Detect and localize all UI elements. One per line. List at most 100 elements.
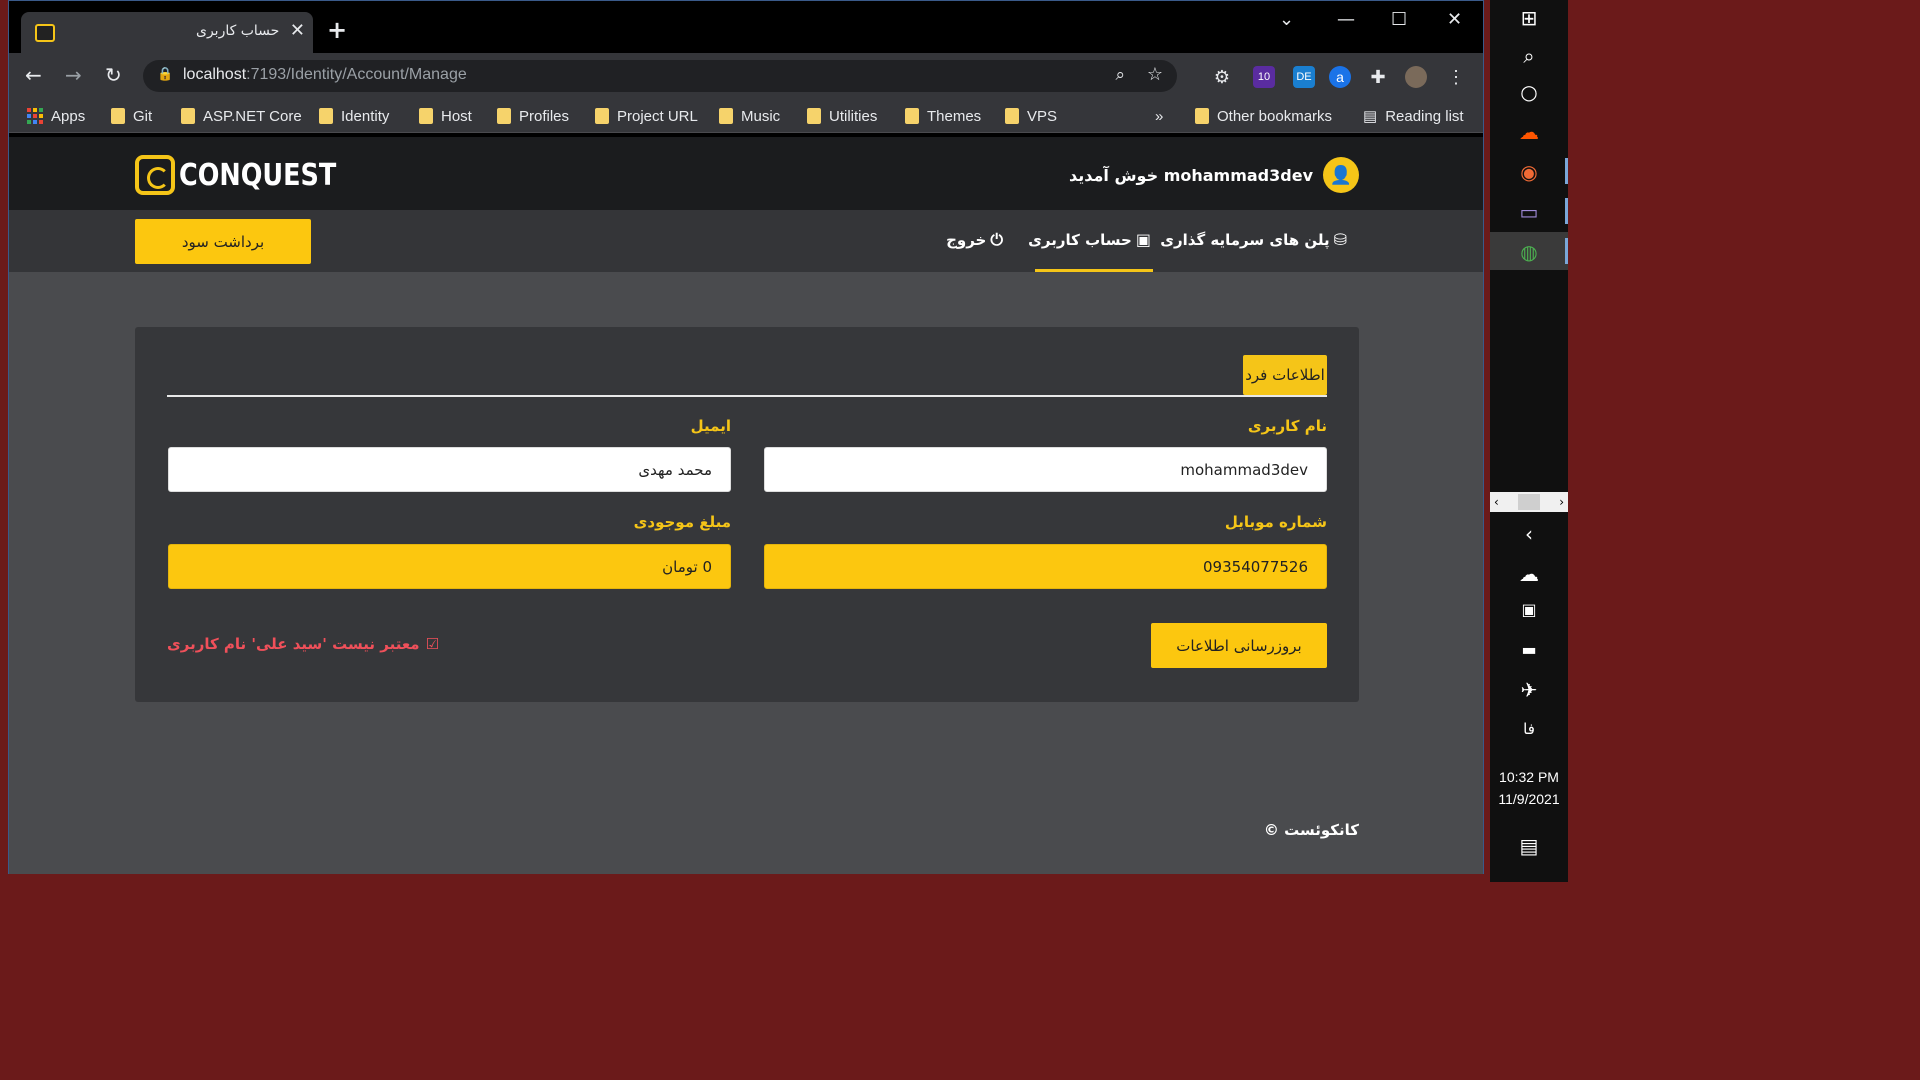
extensions-puzzle-icon[interactable]: ✚ — [1367, 66, 1389, 88]
bookmark-music[interactable]: Music — [719, 105, 780, 127]
site-logo[interactable]: CONQUEST — [135, 153, 364, 197]
section-title: اطلاعات فرد — [1243, 355, 1327, 395]
extension-icon-2[interactable]: 10 — [1253, 66, 1275, 88]
soundcloud-icon[interactable]: ☁ — [1490, 120, 1568, 144]
withdraw-profit-button[interactable]: برداشت سود — [135, 219, 311, 264]
section-divider — [167, 395, 1327, 397]
windows-taskbar: ⊞ ⌕ ○ ☁ ◉ ▭ ◍ ‹ › ‹ ☁ ▣ ▬ ✈ فا 10:32 PM … — [1490, 0, 1568, 882]
browser-toolbar: ← → ↻ 🔒 localhost:7193/Identity/Account/… — [9, 53, 1483, 99]
clock-time: 10:32 PM — [1499, 769, 1559, 785]
bookmark-host[interactable]: Host — [419, 105, 472, 127]
forward-icon[interactable]: → — [65, 63, 82, 87]
battery-icon[interactable]: ▬ — [1490, 640, 1568, 659]
cortana-icon[interactable]: ○ — [1490, 80, 1568, 104]
console-app-icon[interactable]: ▭ — [1490, 200, 1568, 224]
onedrive-icon[interactable]: ☁ — [1490, 562, 1568, 586]
close-tab-icon[interactable]: ✕ — [290, 20, 305, 41]
browser-window: حساب کاربری ✕ + ⌄ — ☐ ✕ ← → ↻ 🔒 localhos… — [8, 0, 1484, 874]
taskbar-scroller[interactable]: ‹ › — [1490, 492, 1568, 512]
windows-start-icon[interactable]: ⊞ — [1490, 6, 1568, 30]
system-clock[interactable]: 10:32 PM 11/9/2021 — [1490, 766, 1568, 810]
meet-now-icon[interactable]: ▣ — [1490, 600, 1568, 619]
reload-icon[interactable]: ↻ — [105, 63, 122, 87]
username-field[interactable]: mohammad3dev — [764, 447, 1327, 492]
email-label: ایمیل — [690, 417, 731, 435]
menu-item-logout[interactable]: ⏻ خروج — [946, 230, 1003, 250]
screen: حساب کاربری ✕ + ⌄ — ☐ ✕ ← → ↻ 🔒 localhos… — [0, 0, 1568, 882]
profile-card: اطلاعات فرد نام کاربری mohammad3dev ایمی… — [135, 327, 1359, 702]
folder-icon — [1005, 108, 1019, 124]
maximize-icon[interactable]: ☐ — [1391, 9, 1407, 30]
power-icon: ⏻ — [990, 230, 1003, 249]
error-text: معتبر نیست 'سید علی' نام کاربری — [167, 635, 420, 653]
user-icon[interactable]: 👤 — [1323, 157, 1359, 193]
mobile-field[interactable]: 09354077526 — [764, 544, 1327, 589]
update-info-button[interactable]: بروزرسانی اطلاعات — [1151, 623, 1327, 668]
show-hidden-icons-icon[interactable]: ‹ — [1490, 522, 1568, 546]
bookmark-project-url[interactable]: Project URL — [595, 105, 698, 127]
bookmark-themes[interactable]: Themes — [905, 105, 981, 127]
extension-icon-4[interactable]: a — [1329, 66, 1351, 88]
bookmark-identity[interactable]: Identity — [319, 105, 389, 127]
web-page: CONQUEST 👤 mohammad3dev خوش آمدید ⛁ پلن … — [9, 137, 1483, 874]
reading-list-icon: ▤ — [1363, 108, 1378, 125]
mobile-label: شماره موبایل — [1224, 513, 1327, 531]
bookmark-profiles[interactable]: Profiles — [497, 105, 569, 127]
conquest-logo-icon — [135, 155, 175, 195]
folder-icon — [1195, 108, 1209, 124]
tab-search-chevron-icon[interactable]: ⌄ — [1279, 9, 1294, 30]
welcome-text: mohammad3dev خوش آمدید — [1069, 165, 1313, 185]
bookmark-star-icon[interactable]: ☆ — [1147, 64, 1163, 85]
main-menu: ⛁ پلن های سرمایه گذاری ▣ حساب کاربری ⏻ خ… — [9, 210, 1483, 272]
tab-title: حساب کاربری — [196, 23, 280, 39]
extension-icon-1[interactable]: ⚙ — [1211, 66, 1233, 88]
close-window-icon[interactable]: ✕ — [1447, 9, 1462, 30]
bookmark-aspnet-core[interactable]: ASP.NET Core — [181, 105, 302, 127]
reading-list-button[interactable]: ▤ Reading list — [1363, 105, 1464, 127]
email-field[interactable]: محمد مهدی — [168, 447, 731, 492]
scroll-thumb[interactable] — [1518, 494, 1540, 510]
bookmark-apps[interactable]: Apps — [27, 105, 85, 127]
site-header: CONQUEST 👤 mohammad3dev خوش آمدید — [9, 137, 1483, 210]
new-tab-icon[interactable]: + — [327, 16, 347, 44]
bookmark-vps[interactable]: VPS — [1005, 105, 1057, 127]
user-card-icon: ▣ — [1135, 230, 1151, 249]
address-bar[interactable]: 🔒 localhost:7193/Identity/Account/Manage… — [143, 60, 1177, 92]
tab-account[interactable]: حساب کاربری ✕ — [21, 12, 313, 53]
welcome-user: 👤 mohammad3dev خوش آمدید — [1069, 157, 1359, 193]
coins-icon: ⛁ — [1333, 230, 1347, 249]
airplane-mode-icon[interactable]: ✈ — [1490, 678, 1568, 702]
zoom-icon[interactable]: ⌕ — [1115, 65, 1125, 85]
lock-icon[interactable]: 🔒 — [157, 67, 173, 82]
folder-icon — [719, 108, 733, 124]
bookmark-git[interactable]: Git — [111, 105, 152, 127]
folder-icon — [319, 108, 333, 124]
folder-icon — [807, 108, 821, 124]
folder-icon — [181, 108, 195, 124]
profile-avatar-icon[interactable] — [1405, 66, 1427, 88]
menu-item-plans[interactable]: ⛁ پلن های سرمایه گذاری — [1160, 230, 1347, 249]
folder-icon — [419, 108, 433, 124]
extension-icon-3[interactable]: DE — [1293, 66, 1315, 88]
chrome-icon[interactable]: ◍ — [1490, 240, 1568, 264]
site-favicon-icon — [35, 24, 55, 42]
notifications-icon[interactable]: ▤ — [1490, 834, 1568, 858]
search-icon[interactable]: ⌕ — [1490, 44, 1568, 68]
folder-icon — [111, 108, 125, 124]
balance-field[interactable]: 0 تومان — [168, 544, 731, 589]
scroll-right-icon[interactable]: › — [1559, 495, 1564, 509]
bookmark-utilities[interactable]: Utilities — [807, 105, 877, 127]
bookmark-other[interactable]: Other bookmarks — [1195, 105, 1332, 127]
scroll-left-icon[interactable]: ‹ — [1494, 495, 1499, 509]
balance-label: مبلغ موجودی — [633, 513, 731, 531]
checkbox-icon: ☑ — [425, 635, 440, 653]
media-app-icon[interactable]: ◉ — [1490, 160, 1568, 184]
footer-copyright: کانکوئست © — [1263, 821, 1359, 839]
minimize-icon[interactable]: — — [1337, 9, 1355, 30]
more-bookmarks-button[interactable]: » — [1155, 105, 1163, 127]
back-icon[interactable]: ← — [25, 63, 42, 87]
input-language[interactable]: فا — [1490, 720, 1568, 738]
menu-item-account[interactable]: ▣ حساب کاربری — [1028, 230, 1151, 249]
validation-error: ☑ معتبر نیست 'سید علی' نام کاربری — [167, 635, 439, 653]
browser-menu-icon[interactable]: ⋮ — [1445, 66, 1467, 88]
